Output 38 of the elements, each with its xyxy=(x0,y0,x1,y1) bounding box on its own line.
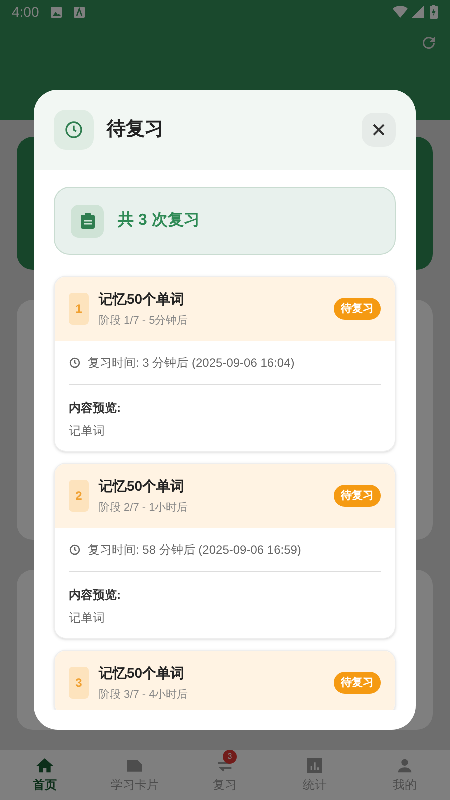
review-time: 复习时间: 3 分钟后 (2025-09-06 16:04) xyxy=(88,354,295,372)
item-title: 记忆50个单词 xyxy=(99,290,186,309)
index-badge: 2 xyxy=(69,480,89,512)
review-card[interactable]: 1 记忆50个单词 阶段 1/7 - 5分钟后 待复习 复习时间: 3 分钟后 (2025-09-06 16:04) 内容预览: 记单词 xyxy=(54,276,396,452)
status-badge: 待复习 xyxy=(334,672,381,694)
clock-icon xyxy=(69,544,81,556)
preview-text: 记单词 xyxy=(69,610,106,627)
review-card[interactable]: 2 记忆50个单词 阶段 2/7 - 1小时后 待复习 复习时间: 58 分钟后 (2025-09-06 16:59) 内容预览: 记单词 xyxy=(54,463,396,639)
stage-text: 阶段 2/7 - 1小时后 xyxy=(99,500,188,516)
item-title: 记忆50个单词 xyxy=(99,664,186,683)
index-badge: 1 xyxy=(69,293,89,325)
notification-icon xyxy=(74,6,86,18)
index-badge: 3 xyxy=(69,667,89,699)
close-button[interactable] xyxy=(362,113,396,147)
signal-icon xyxy=(412,6,424,18)
wifi-icon xyxy=(393,6,408,18)
review-card[interactable]: 3 记忆50个单词 阶段 3/7 - 4小时后 待复习 xyxy=(54,650,396,710)
status-badge: 待复习 xyxy=(334,484,381,508)
stage-text: 阶段 1/7 - 5分钟后 xyxy=(99,314,188,329)
summary-text: 共 3 次复习 xyxy=(118,210,200,231)
dialog-title: 待复习 xyxy=(107,118,164,142)
review-time: 复习时间: 58 分钟后 (2025-09-06 16:59) xyxy=(88,542,302,558)
preview-label: 内容预览: xyxy=(69,400,122,417)
status-badge: 待复习 xyxy=(334,298,381,320)
clipboard-icon xyxy=(71,204,104,238)
clock-icon xyxy=(69,356,81,368)
battery-icon xyxy=(430,5,438,19)
count-badge: 3 xyxy=(223,750,237,764)
stage-text: 阶段 3/7 - 4小时后 xyxy=(99,688,188,703)
chart-icon xyxy=(305,756,325,776)
nav-tab[interactable]: 首页 xyxy=(0,750,90,800)
image-icon xyxy=(51,6,62,18)
close-icon xyxy=(372,123,386,137)
item-title: 记忆50个单词 xyxy=(99,476,186,496)
preview-text: 记单词 xyxy=(69,423,106,440)
clock-icon xyxy=(54,110,94,150)
status-time: 4:00 xyxy=(12,2,40,22)
preview-label: 内容预览: xyxy=(69,587,122,604)
